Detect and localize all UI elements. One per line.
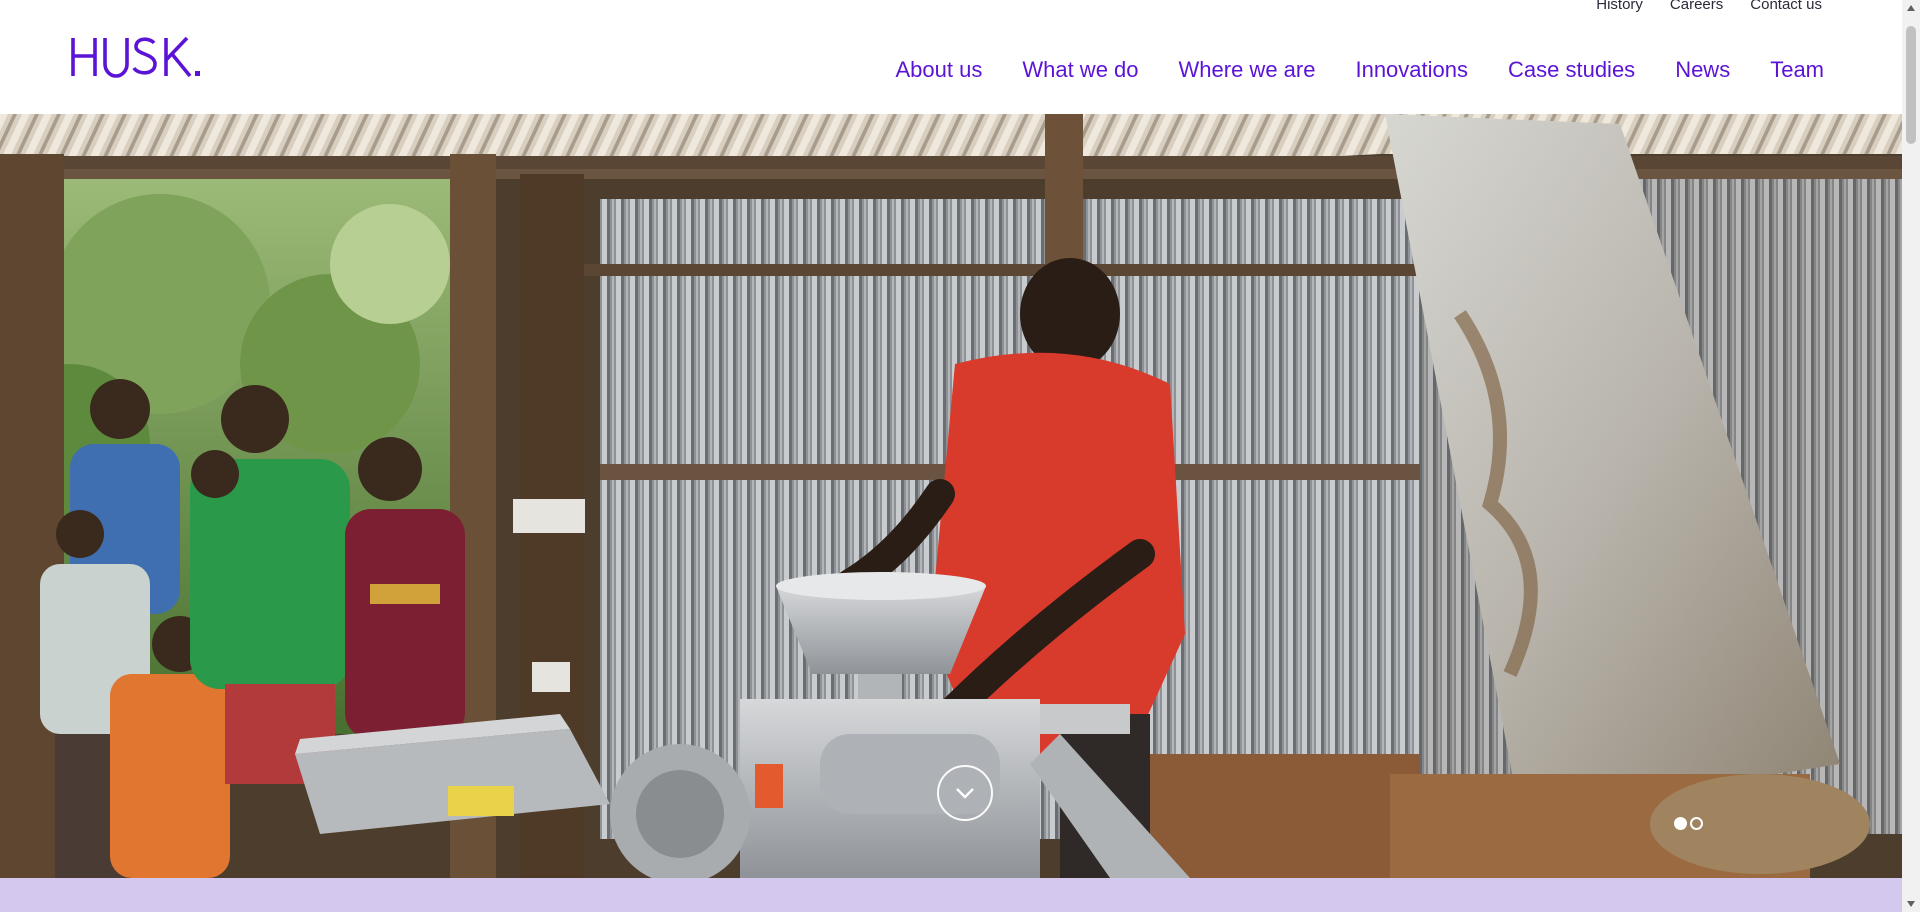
scroll-up-arrow-icon[interactable]: [1906, 3, 1916, 13]
scroll-down-arrow-icon[interactable]: [1906, 899, 1916, 909]
nav-where-we-are[interactable]: Where we are: [1179, 57, 1316, 83]
nav-team[interactable]: Team: [1770, 57, 1824, 83]
scrollbar-thumb[interactable]: [1906, 26, 1916, 144]
nav-what-we-do[interactable]: What we do: [1022, 57, 1138, 83]
purple-section-band: [0, 878, 1902, 912]
carousel-dots: [1674, 817, 1703, 830]
scroll-down-button[interactable]: [937, 765, 993, 821]
nav-innovations[interactable]: Innovations: [1355, 57, 1468, 83]
main-nav: About us What we do Where we are Innovat…: [896, 57, 1825, 83]
hero-image: [0, 114, 1902, 878]
utility-nav: History Careers Contact us: [1596, 0, 1822, 13]
carousel-dot-2[interactable]: [1690, 817, 1703, 830]
husk-logo-wordmark: [71, 36, 200, 78]
hero-banner: [0, 114, 1902, 878]
util-link-history[interactable]: History: [1596, 0, 1643, 13]
chevron-down-icon: [956, 788, 974, 799]
site-header: History Careers Contact us About us What…: [0, 0, 1902, 114]
util-link-contact[interactable]: Contact us: [1750, 0, 1822, 13]
nav-about-us[interactable]: About us: [896, 57, 983, 83]
page-scrollbar[interactable]: [1902, 0, 1920, 912]
carousel-dot-1[interactable]: [1674, 817, 1687, 830]
nav-news[interactable]: News: [1675, 57, 1730, 83]
husk-logo[interactable]: [70, 32, 222, 78]
util-link-careers[interactable]: Careers: [1670, 0, 1723, 13]
nav-case-studies[interactable]: Case studies: [1508, 57, 1635, 83]
